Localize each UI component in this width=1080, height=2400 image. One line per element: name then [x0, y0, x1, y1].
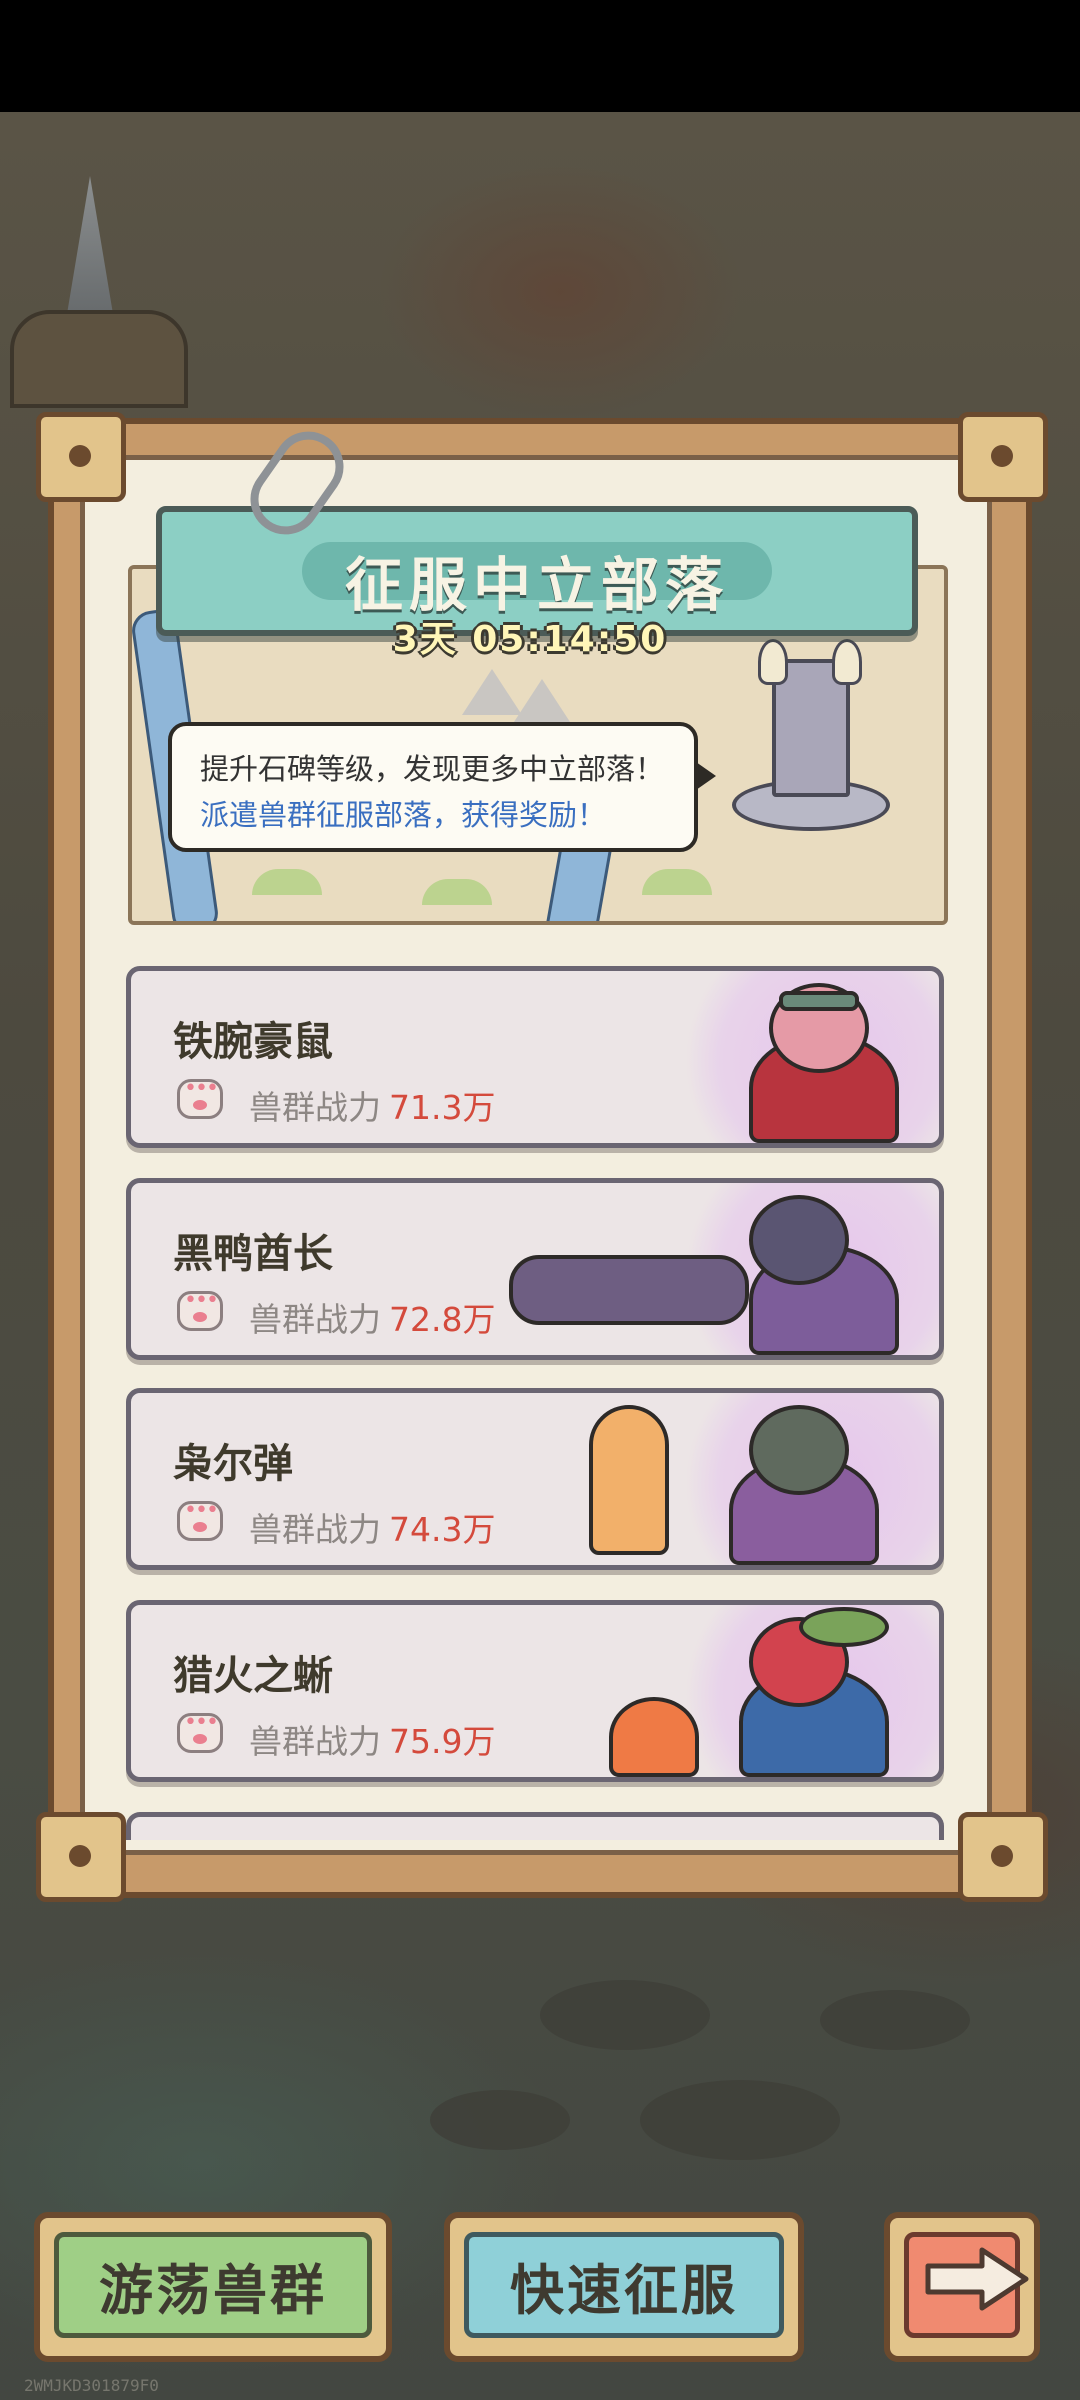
portrait-torch	[589, 1405, 669, 1555]
mountain	[512, 679, 572, 725]
event-countdown: 3天 05:14:50	[392, 619, 668, 660]
hill	[642, 869, 712, 895]
hill	[252, 869, 322, 895]
portrait-head	[749, 1405, 849, 1495]
board-corner	[36, 412, 126, 502]
board-corner	[36, 1812, 126, 1902]
tribe-portrait-duck	[509, 1185, 929, 1355]
power-value: 74.3万	[389, 1510, 496, 1549]
tribe-name: 枭尔弹	[173, 1441, 293, 1487]
stepping-stone	[540, 1980, 710, 2050]
tribe-portrait-owl	[569, 1395, 929, 1565]
tribe-card[interactable]: 铁腕豪鼠 兽群战力 71.3万	[126, 966, 944, 1148]
paw-icon	[177, 1076, 223, 1119]
portrait-feathers	[799, 1607, 889, 1647]
device-watermark: 2WMJKD301879F0	[24, 2376, 159, 2395]
next-button[interactable]	[884, 2212, 1040, 2362]
quick-conquer-button[interactable]: 快速征服	[444, 2212, 804, 2362]
tribe-name: 铁腕豪鼠	[173, 1019, 333, 1065]
paw-icon	[177, 1498, 223, 1541]
board-corner	[958, 1812, 1048, 1902]
tip-line-1: 提升石碑等级，发现更多中立部落！	[200, 752, 665, 786]
status-bar	[0, 0, 1080, 112]
tribe-card[interactable]: 枭尔弹 兽群战力 74.3万	[126, 1388, 944, 1570]
tribe-hut	[10, 310, 188, 408]
portrait-head	[749, 1195, 849, 1285]
portrait-flame	[609, 1697, 699, 1777]
paw-icon	[177, 1288, 223, 1331]
stepping-stone	[820, 1990, 970, 2050]
monument-horn	[758, 639, 788, 685]
stepping-stone	[430, 2090, 570, 2150]
board-corner	[958, 412, 1048, 502]
roaming-herd-button[interactable]: 游荡兽群	[34, 2212, 392, 2362]
tribe-portrait-lizard	[599, 1607, 929, 1777]
arrow-right-icon	[925, 2247, 1029, 2311]
tip-line-2: 派遣兽群征服部落，获得奖励！	[200, 798, 607, 832]
power-label: 兽群战力	[249, 1722, 381, 1761]
power-label: 兽群战力	[249, 1088, 381, 1127]
power-label: 兽群战力	[249, 1510, 381, 1549]
portrait-cannon	[509, 1255, 749, 1325]
stepping-stone	[640, 2080, 840, 2160]
tribe-name: 猎火之蜥	[173, 1653, 333, 1699]
tip-bubble: 提升石碑等级，发现更多中立部落！ 派遣兽群征服部落，获得奖励！	[168, 722, 716, 852]
tribe-card[interactable]: 猎火之蜥 兽群战力 75.9万	[126, 1600, 944, 1782]
monument-horn	[832, 639, 862, 685]
roaming-herd-label: 游荡兽群	[99, 2259, 327, 2322]
tribe-name: 黑鸭酋长	[173, 1231, 333, 1277]
tribe-card-partial[interactable]	[126, 1812, 944, 1840]
power-value: 75.9万	[389, 1722, 496, 1761]
tribe-card[interactable]: 黑鸭酋长 兽群战力 72.8万	[126, 1178, 944, 1360]
power-value: 71.3万	[389, 1088, 496, 1127]
paw-icon	[177, 1710, 223, 1753]
power-value: 72.8万	[389, 1300, 496, 1339]
quick-conquer-label: 快速征服	[510, 2259, 738, 2322]
portrait-headband	[779, 991, 859, 1011]
tribe-portrait-rat	[689, 973, 929, 1143]
power-label: 兽群战力	[249, 1300, 381, 1339]
hill	[422, 879, 492, 905]
stone-monument[interactable]	[722, 639, 892, 839]
